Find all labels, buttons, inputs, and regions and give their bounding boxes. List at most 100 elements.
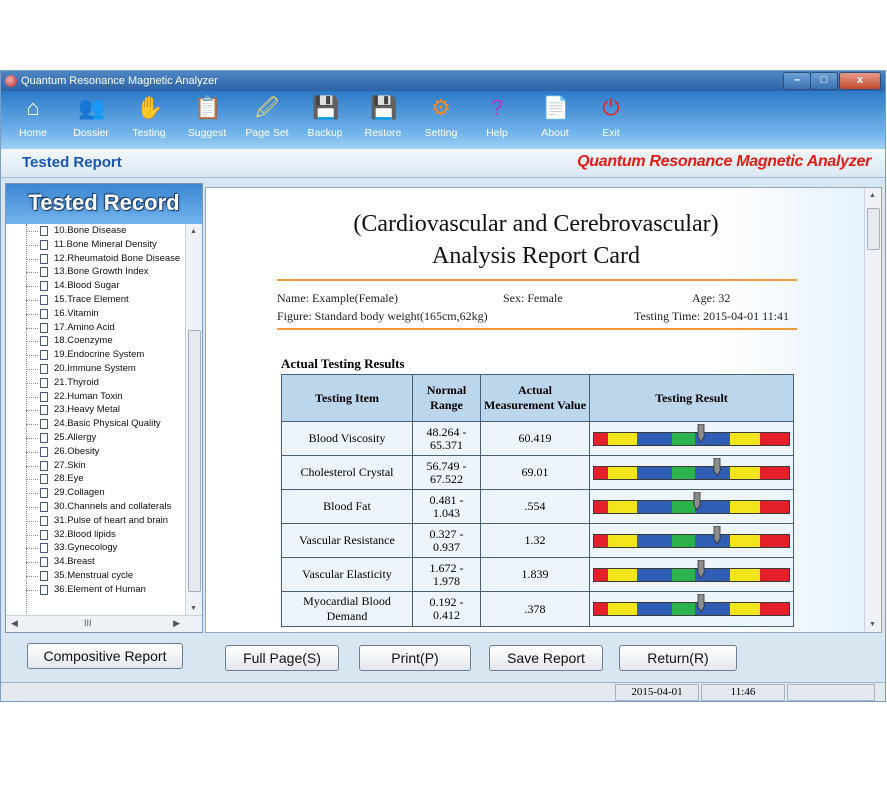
toolbar-button-restore[interactable]: 💾 Restore bbox=[355, 95, 411, 139]
scroll-up-icon[interactable]: ▲ bbox=[869, 192, 876, 199]
tree-branch bbox=[26, 382, 38, 384]
tree-item[interactable]: 20.Immune System bbox=[6, 362, 184, 376]
tree-vertical-scrollbar[interactable]: ▲ ▼ bbox=[185, 224, 202, 616]
toolbar-button-help[interactable]: ? Help bbox=[469, 95, 525, 139]
tree-item-label: 25.Allergy bbox=[54, 431, 97, 443]
document-icon bbox=[40, 584, 48, 595]
return-button[interactable]: Return(R) bbox=[619, 645, 737, 671]
section-title: Tested Report bbox=[22, 154, 122, 171]
result-bar-segment bbox=[594, 500, 608, 513]
tree-item[interactable]: 31.Pulse of heart and brain bbox=[6, 514, 184, 528]
tree-item[interactable]: 26.Obesity bbox=[6, 445, 184, 459]
toolbar-button-setting[interactable]: ⚙ Setting bbox=[413, 95, 469, 139]
toolbar-button-suggest[interactable]: 📋 Suggest bbox=[179, 95, 235, 139]
result-pointer-icon bbox=[697, 594, 706, 612]
document-icon bbox=[40, 543, 48, 554]
toolbar-label: Page Set bbox=[245, 127, 289, 139]
scroll-thumb[interactable] bbox=[867, 208, 880, 250]
record-tree: 10.Bone Disease 11.Bone Mineral Density 12… bbox=[6, 224, 184, 614]
tree-item[interactable]: 22.Human Toxin bbox=[6, 390, 184, 404]
scroll-right-icon[interactable]: ▶ bbox=[173, 618, 180, 629]
tree-item[interactable]: 15.Trace Element bbox=[6, 293, 184, 307]
document-icon bbox=[40, 281, 48, 292]
compositive-report-button[interactable]: Compositive Report bbox=[27, 643, 183, 669]
tree-item[interactable]: 34.Breast bbox=[6, 555, 184, 569]
tree-item[interactable]: 28.Eye bbox=[6, 472, 184, 486]
home-icon: ⌂ bbox=[26, 95, 40, 120]
toolbar-button-about[interactable]: 📄 About bbox=[527, 95, 583, 139]
toolbar-button-home[interactable]: ⌂ Home bbox=[5, 95, 61, 139]
tree-item[interactable]: 23.Heavy Metal bbox=[6, 403, 184, 417]
scroll-down-icon[interactable]: ▼ bbox=[869, 621, 876, 628]
tree-item[interactable]: 10.Bone Disease bbox=[6, 224, 184, 238]
maximize-button[interactable]: □ bbox=[810, 72, 838, 90]
setting-gears-icon: ⚙ bbox=[431, 95, 451, 120]
toolbar-button-backup[interactable]: 💾 Backup bbox=[297, 95, 353, 139]
testing-result-cell bbox=[589, 591, 794, 627]
col-actual-value: Actual Measurement Value bbox=[480, 374, 590, 422]
result-bar-segment bbox=[594, 568, 608, 581]
save-report-button[interactable]: Save Report bbox=[489, 645, 603, 671]
tree-item[interactable]: 36.Element of Human bbox=[6, 583, 184, 597]
report-title-line1: (Cardiovascular and Cerebrovascular) bbox=[353, 211, 719, 237]
tree-item[interactable]: 32.Blood lipids bbox=[6, 528, 184, 542]
scroll-up-icon[interactable]: ▲ bbox=[190, 228, 197, 235]
range-high: 1.978 bbox=[433, 573, 460, 588]
tree-item[interactable]: 24.Basic Physical Quality bbox=[6, 417, 184, 431]
tree-item[interactable]: 25.Allergy bbox=[6, 431, 184, 445]
window-title: Quantum Resonance Magnetic Analyzer bbox=[21, 75, 218, 87]
tree-branch bbox=[26, 534, 38, 536]
tree-item[interactable]: 12.Rheumatoid Bone Disease bbox=[6, 252, 184, 266]
tree-item-label: 17.Amino Acid bbox=[54, 321, 115, 333]
tree-item[interactable]: 17.Amino Acid bbox=[6, 321, 184, 335]
tree-item-label: 34.Breast bbox=[54, 556, 95, 568]
tree-item[interactable]: 35.Menstrual cycle bbox=[6, 569, 184, 583]
result-bar-segment bbox=[671, 568, 696, 581]
tree-item[interactable]: 16.Vitamin bbox=[6, 307, 184, 321]
tree-item[interactable]: 27.Skin bbox=[6, 459, 184, 473]
report-vertical-scrollbar[interactable]: ▲ ▼ bbox=[864, 188, 881, 632]
range-low: 48.264 - bbox=[426, 424, 467, 439]
result-bar-segment bbox=[671, 603, 696, 615]
help-icon: ? bbox=[490, 95, 504, 120]
status-bar: 2015-04-01 11:46 bbox=[1, 682, 885, 701]
tree-item[interactable]: 33.Gynecology bbox=[6, 541, 184, 555]
minimize-button[interactable]: – bbox=[783, 72, 811, 90]
tree-item-label: 35.Menstrual cycle bbox=[54, 569, 134, 581]
tree-item[interactable]: 14.Blood Sugar bbox=[6, 279, 184, 293]
tree-item[interactable]: 30.Channels and collaterals bbox=[6, 500, 184, 514]
about-icon: 📄 bbox=[542, 95, 570, 120]
toolbar-button-dossier[interactable]: 👥 Dossier bbox=[63, 95, 119, 139]
scroll-thumb[interactable] bbox=[188, 330, 201, 592]
patient-figure: Figure: Standard body weight(165cm,62kg) bbox=[277, 309, 488, 323]
tree-horizontal-scrollbar[interactable]: ◀ III ▶ bbox=[6, 615, 202, 632]
tree-item[interactable]: 21.Thyroid bbox=[6, 376, 184, 390]
col-testing-result: Testing Result bbox=[589, 374, 794, 422]
tree-item[interactable]: 13.Bone Growth Index bbox=[6, 265, 184, 279]
tree-item[interactable]: 11.Bone Mineral Density bbox=[6, 238, 184, 252]
tree-item[interactable]: 18.Coenzyme bbox=[6, 334, 184, 348]
document-icon bbox=[40, 405, 48, 416]
tree-branch bbox=[26, 506, 38, 508]
document-icon bbox=[40, 501, 48, 512]
result-bar-segment bbox=[671, 432, 696, 445]
result-bar-segment bbox=[594, 466, 608, 479]
tree-item-label: 18.Coenzyme bbox=[54, 335, 113, 347]
toolbar-button-page-set[interactable]: 🖉 Page Set bbox=[239, 95, 295, 139]
results-table: Testing Item Normal Range Actual Measure… bbox=[281, 374, 794, 627]
scroll-left-icon[interactable]: ◀ bbox=[11, 618, 18, 629]
tree-branch bbox=[26, 355, 38, 357]
toolbar-button-exit[interactable]: ⏻ Exit bbox=[583, 95, 639, 139]
tree-item[interactable]: 29.Collagen bbox=[6, 486, 184, 500]
tree-item-label: 12.Rheumatoid Bone Disease bbox=[54, 252, 181, 264]
normal-range-cell: 48.264 -65.371 bbox=[412, 421, 481, 456]
result-bar-segment bbox=[636, 534, 672, 547]
print-button[interactable]: Print(P) bbox=[359, 645, 471, 671]
result-bar bbox=[593, 457, 790, 480]
normal-range-cell: 0.327 -0.937 bbox=[412, 523, 481, 558]
scroll-down-icon[interactable]: ▼ bbox=[190, 605, 197, 612]
toolbar-button-testing[interactable]: ✋ Testing bbox=[121, 95, 177, 139]
tree-item[interactable]: 19.Endocrine System bbox=[6, 348, 184, 362]
full-page-button[interactable]: Full Page(S) bbox=[225, 645, 339, 671]
close-button[interactable]: x bbox=[839, 72, 881, 90]
